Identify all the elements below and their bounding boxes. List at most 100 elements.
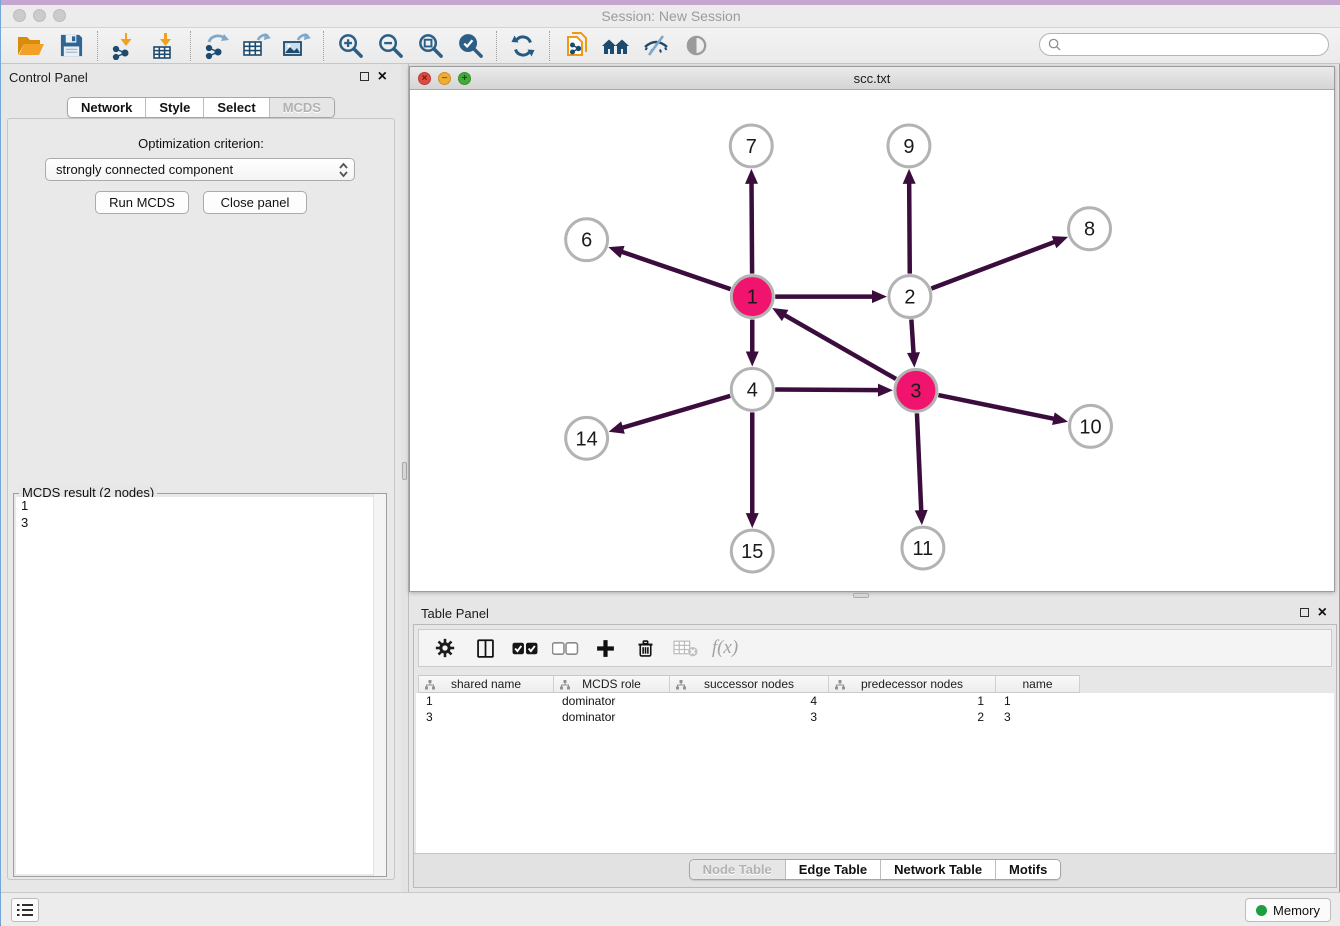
dropdown-stepper-icon [338,161,349,179]
import-network-icon[interactable] [104,30,144,62]
table-cell: 4 [668,693,827,709]
column-header-successor-nodes[interactable]: successor nodes [670,675,829,693]
table-cell: 3 [416,709,552,725]
edge-1-6[interactable] [621,251,731,289]
column-header-name[interactable]: name [996,675,1080,693]
edge-arrowhead [903,169,916,184]
edge-3-11[interactable] [917,413,921,512]
column-header-mcds-role[interactable]: MCDS role [554,675,670,693]
network-window-titlebar[interactable]: × − + scc.txt [410,67,1334,90]
tab-mcds[interactable]: MCDS [270,98,334,117]
run-mcds-button[interactable]: Run MCDS [95,191,189,214]
graph-node-label: 3 [910,380,921,402]
zoom-selected-icon[interactable] [450,30,490,62]
edge-2-3[interactable] [911,319,913,354]
close-panel-icon[interactable]: × [1318,607,1327,618]
edge-arrowhead [907,352,920,367]
result-scrollbar[interactable] [373,494,386,876]
table-cell: 3 [994,709,1078,725]
save-session-icon[interactable] [51,30,91,62]
edge-3-1[interactable] [783,314,896,379]
result-line: 1 [16,497,384,514]
edge-2-8[interactable] [931,241,1056,288]
edge-4-3[interactable] [775,390,880,391]
close-panel-button[interactable]: Close panel [203,191,307,214]
tab-motifs[interactable]: Motifs [996,860,1060,879]
task-history-button[interactable] [11,898,39,922]
table-cell: 3 [668,709,827,725]
status-bar: Memory [1,892,1340,926]
memory-label: Memory [1273,903,1320,918]
unselect-all-checkbox-icon[interactable] [547,632,583,664]
refresh-icon[interactable] [503,30,543,62]
search-input[interactable] [1066,38,1320,52]
clone-network-icon[interactable] [556,30,596,62]
tab-node-table[interactable]: Node Table [690,860,786,879]
column-header-shared-name[interactable]: shared name [418,675,554,693]
function-builder-icon[interactable]: f(x) [707,632,743,664]
create-column-plus-icon[interactable] [587,632,623,664]
show-column-icon[interactable] [467,632,503,664]
edge-4-14[interactable] [621,396,730,428]
table-body[interactable]: 1dominator4113dominator323 [416,693,1334,853]
criterion-dropdown[interactable]: strongly connected component [45,158,355,181]
select-all-checkbox-icon[interactable] [507,632,543,664]
splitter-grip[interactable] [402,462,407,480]
control-panel-header: Control Panel × [1,64,401,92]
table-row[interactable]: 1dominator411 [416,693,1334,709]
tab-select[interactable]: Select [204,98,269,117]
edge-3-10[interactable] [938,395,1055,419]
toolbar-separator [190,31,191,61]
app-title: Session: New Session [1,8,1340,24]
close-panel-icon[interactable]: × [378,71,387,82]
search-icon [1048,38,1061,51]
delete-table-icon[interactable] [667,632,703,664]
table-cell: 1 [994,693,1078,709]
table-panel-content: f(x) shared nameMCDS rolesuccessor nodes… [413,624,1337,888]
list-icon [16,903,34,917]
network-canvas[interactable]: 7968124314101511 [410,90,1334,591]
import-table-icon[interactable] [144,30,184,62]
splitter-grip[interactable] [853,593,869,598]
network-window-title: scc.txt [410,71,1334,86]
criterion-value: strongly connected component [56,162,233,177]
zoom-out-icon[interactable] [370,30,410,62]
export-image-icon[interactable] [277,30,317,62]
mcds-result-lines[interactable]: 13 [16,497,384,874]
open-session-icon[interactable] [11,30,51,62]
edge-1-7[interactable] [751,182,752,274]
export-network-icon[interactable] [197,30,237,62]
column-header-predecessor-nodes[interactable]: predecessor nodes [829,675,996,693]
table-row[interactable]: 3dominator323 [416,709,1334,725]
edge-arrowhead [609,421,625,433]
graph-node-label: 15 [741,541,763,563]
tab-edge-table[interactable]: Edge Table [786,860,881,879]
horizontal-splitter[interactable] [409,592,1335,600]
birdseye-view-icon[interactable] [676,30,716,62]
attribute-settings-gear-icon[interactable] [427,632,463,664]
tab-network[interactable]: Network [68,98,146,117]
edge-2-9[interactable] [909,182,910,274]
search-box[interactable] [1039,33,1329,56]
float-panel-icon[interactable] [360,72,369,81]
edge-arrowhead [872,290,887,303]
tab-style[interactable]: Style [146,98,204,117]
tab-network-table[interactable]: Network Table [881,860,996,879]
vertical-splitter[interactable] [401,64,409,892]
delete-column-trash-icon[interactable] [627,632,663,664]
hide-panels-eye-icon[interactable] [636,30,676,62]
zoom-in-icon[interactable] [330,30,370,62]
table-cell: 1 [827,693,994,709]
edge-arrowhead [746,351,759,366]
export-table-icon[interactable] [237,30,277,62]
zoom-fit-icon[interactable] [410,30,450,62]
graph-node-label: 7 [746,136,757,158]
float-panel-icon[interactable] [1300,608,1309,617]
network-view-window: × − + scc.txt 7968124314101511 [409,66,1335,592]
graph-node-label: 6 [581,230,592,252]
memory-button[interactable]: Memory [1245,898,1331,922]
edge-arrowhead [1052,412,1068,425]
apply-layout-home-icon[interactable] [596,30,636,62]
edge-arrowhead [745,169,758,184]
graph-node-label: 10 [1079,416,1101,438]
